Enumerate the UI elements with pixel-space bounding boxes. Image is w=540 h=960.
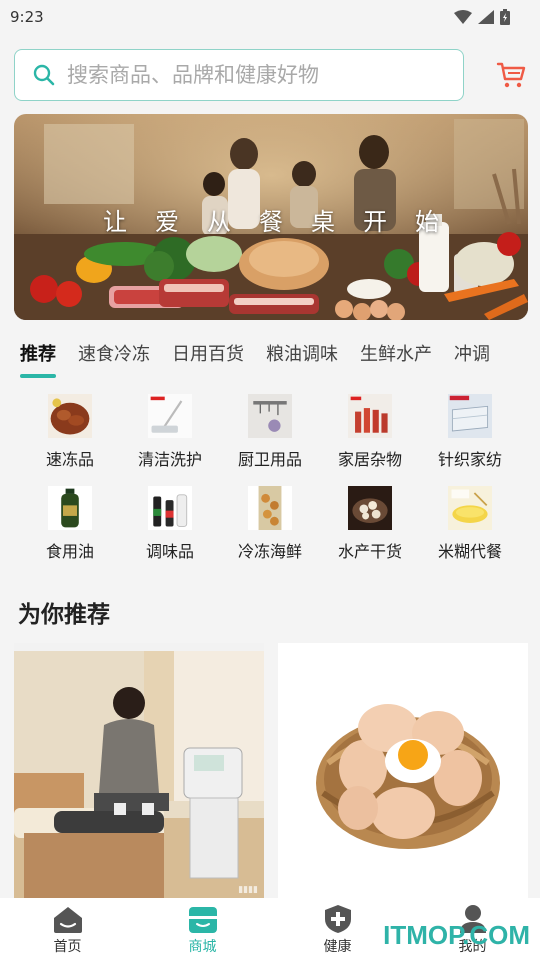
battery-icon	[500, 9, 510, 25]
recommend-card[interactable]	[278, 643, 528, 899]
search-icon	[33, 64, 55, 86]
bottles-image	[348, 394, 392, 438]
search-row	[14, 49, 526, 101]
category-item[interactable]: 米糊代餐	[420, 486, 520, 562]
recommend-card[interactable]: ▮▮▮▮	[14, 643, 264, 899]
category-item[interactable]: 调味品	[120, 486, 220, 562]
tab-recommend[interactable]: 推荐	[20, 340, 56, 382]
nav-label: 商城	[188, 939, 217, 955]
category-item[interactable]: 针织家纺	[420, 394, 520, 470]
category-label: 食用油	[45, 542, 94, 561]
search-bar[interactable]	[14, 49, 464, 101]
physiotherapy-device-image	[14, 643, 264, 899]
seafood-image	[248, 486, 292, 530]
category-item[interactable]: 速冻品	[20, 394, 120, 470]
category-grid: 速冻品 清洁洗护 厨卫用品 家居杂物 针织家纺 食用油 调味品 冷冻海鲜 水产干…	[20, 394, 520, 562]
tab-fast-frozen[interactable]: 速食冷冻	[78, 340, 150, 382]
status-bar: 9:23	[0, 0, 540, 34]
tab-grain-oil[interactable]: 粮油调味	[266, 340, 338, 382]
nav-store[interactable]: 商城	[135, 898, 270, 960]
category-item[interactable]: 清洁洗护	[120, 394, 220, 470]
health-shield-icon	[324, 905, 351, 933]
image-watermark: ▮▮▮▮	[238, 885, 258, 895]
category-label: 调味品	[145, 542, 194, 561]
nav-home[interactable]: 首页	[0, 898, 135, 960]
cart-icon[interactable]	[496, 61, 526, 89]
category-item[interactable]: 家居杂物	[320, 394, 420, 470]
category-label: 针织家纺	[437, 450, 502, 469]
banner-slogan: 让爱从餐桌开始	[103, 208, 467, 236]
store-icon	[188, 907, 217, 933]
egg-basket-image	[278, 643, 528, 899]
frozen-food-image	[48, 394, 92, 438]
category-label: 速冻品	[45, 450, 94, 469]
section-title: 为你推荐	[18, 602, 110, 628]
category-label: 清洁洗护	[137, 450, 202, 469]
promo-banner[interactable]: 让爱从餐桌开始	[14, 114, 528, 320]
mattress-image	[448, 394, 492, 438]
status-icons	[454, 9, 510, 25]
status-time: 9:23	[10, 8, 44, 26]
category-tabs: 推荐 速食冷冻 日用百货 粮油调味 生鲜水产 冲调	[0, 340, 540, 382]
signal-icon	[478, 10, 494, 24]
tab-beverages[interactable]: 冲调	[454, 340, 490, 382]
tab-daily-goods[interactable]: 日用百货	[172, 340, 244, 382]
home-icon	[53, 907, 82, 933]
search-input[interactable]	[67, 63, 437, 87]
category-item[interactable]: 水产干货	[320, 486, 420, 562]
nav-label: 健康	[323, 939, 352, 955]
rice-paste-image	[448, 486, 492, 530]
category-label: 米糊代餐	[437, 542, 502, 561]
category-item[interactable]: 冷冻海鲜	[220, 486, 320, 562]
dried-goods-image	[348, 486, 392, 530]
nav-label: 首页	[53, 939, 82, 955]
kitchen-hook-image	[248, 394, 292, 438]
wifi-icon	[454, 10, 472, 24]
sauce-bottles-image	[148, 486, 192, 530]
mop-image	[148, 394, 192, 438]
site-watermark: ITMOP.COM	[383, 920, 530, 950]
category-label: 水产干货	[337, 542, 402, 561]
oil-bottle-image	[48, 486, 92, 530]
category-label: 冷冻海鲜	[237, 542, 302, 561]
category-item[interactable]: 厨卫用品	[220, 394, 320, 470]
tab-fresh-seafood[interactable]: 生鲜水产	[360, 340, 432, 382]
category-label: 家居杂物	[337, 450, 402, 469]
category-item[interactable]: 食用油	[20, 486, 120, 562]
category-label: 厨卫用品	[237, 450, 302, 469]
